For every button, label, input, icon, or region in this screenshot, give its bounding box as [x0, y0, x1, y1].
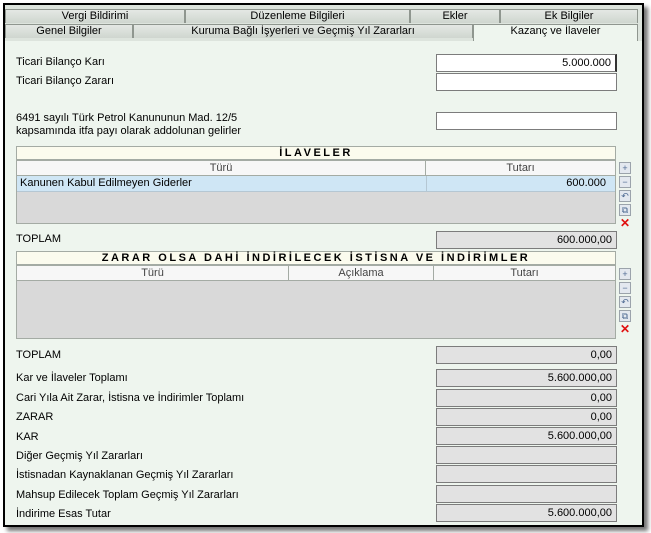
petrol-kanunu-label-2: kapsamında itfa payı olarak addolunan ge… [16, 125, 242, 137]
undo-icon[interactable]: ↶ [619, 190, 631, 202]
add-icon[interactable]: + [619, 162, 631, 174]
ticari-bilanco-zarari-label: Ticari Bilanço Zararı [16, 75, 115, 87]
zarar-value: 0,00 [436, 408, 617, 426]
zarar-toplam-label: TOPLAM [16, 349, 62, 361]
kar-ilaveler-toplami-label: Kar ve İlaveler Toplamı [16, 372, 128, 384]
tab-strip: Vergi Bildirimi Düzenleme Bilgileri Ekle… [5, 5, 642, 41]
zarar-side-buttons: + − ↶ ⧉ ✕ [619, 268, 631, 338]
col-header-tutari: Tutarı [510, 267, 539, 279]
zarar-grid[interactable]: Türü Açıklama Tutarı [16, 265, 616, 339]
istisnadan-gecmis-yil-value [436, 465, 617, 483]
diger-gecmis-yil-label: Diğer Geçmiş Yıl Zararları [16, 450, 143, 462]
tab-vergi-bildirimi[interactable]: Vergi Bildirimi [5, 9, 185, 23]
ticari-bilanco-kari-input[interactable]: 5.000.000 [436, 54, 617, 72]
table-row[interactable]: Kanunen Kabul Edilmeyen Giderler 600.000 [17, 176, 615, 192]
ticari-bilanco-zarari-input[interactable] [436, 73, 617, 91]
row-tutari: 600.000 [426, 176, 612, 191]
zarar-label: ZARAR [16, 411, 54, 423]
undo-icon[interactable]: ↶ [619, 296, 631, 308]
tab-ek-bilgiler[interactable]: Ek Bilgiler [500, 9, 638, 23]
petrol-kanunu-label-1: 6491 sayılı Türk Petrol Kanununun Mad. 1… [16, 112, 238, 124]
window-frame: Vergi Bildirimi Düzenleme Bilgileri Ekle… [3, 3, 644, 527]
remove-icon[interactable]: − [619, 282, 631, 294]
copy-icon[interactable]: ⧉ [619, 310, 631, 322]
ilaveler-title: İLAVELER [16, 146, 616, 160]
ilaveler-grid[interactable]: Türü Tutarı Kanunen Kabul Edilmeyen Gide… [16, 160, 616, 224]
row-turu: Kanunen Kabul Edilmeyen Giderler [20, 177, 192, 189]
ilaveler-toplam-value: 600.000,00 [436, 231, 617, 249]
diger-gecmis-yil-value [436, 446, 617, 464]
col-header-tutari: Tutarı [506, 162, 535, 174]
tab-ekler[interactable]: Ekler [410, 9, 500, 23]
col-header-turu: Türü [17, 161, 426, 175]
cari-yil-zarar-value: 0,00 [436, 389, 617, 407]
indirime-esas-tutar-label: İndirime Esas Tutar [16, 508, 111, 520]
add-icon[interactable]: + [619, 268, 631, 280]
zarar-title: ZARAR OLSA DAHİ İNDİRİLECEK İSTİSNA VE İ… [16, 251, 616, 265]
zarar-grid-header: Türü Açıklama Tutarı [17, 266, 615, 281]
kar-value: 5.600.000,00 [436, 427, 617, 445]
kar-ilaveler-toplami-value: 5.600.000,00 [436, 369, 617, 387]
ilaveler-grid-header: Türü Tutarı [17, 161, 615, 176]
ilaveler-side-buttons: + − ↶ ⧉ ✕ [619, 162, 631, 232]
copy-icon[interactable]: ⧉ [619, 204, 631, 216]
zarar-toplam-value: 0,00 [436, 346, 617, 364]
remove-icon[interactable]: − [619, 176, 631, 188]
cari-yil-zarar-label: Cari Yıla Ait Zarar, İstisna ve İndiriml… [16, 392, 245, 404]
tab-genel-bilgiler[interactable]: Genel Bilgiler [5, 24, 133, 38]
ilaveler-toplam-label: TOPLAM [16, 233, 62, 245]
kar-label: KAR [16, 431, 39, 443]
col-header-turu: Türü [17, 266, 289, 280]
ticari-bilanco-kari-label: Ticari Bilanço Karı [16, 56, 105, 68]
delete-icon[interactable]: ✕ [619, 323, 631, 336]
tab-kazanc-ve-ilaveler[interactable]: Kazanç ve İlaveler [473, 24, 638, 41]
delete-icon[interactable]: ✕ [619, 217, 631, 230]
tab-kuruma-bagli-isyerleri[interactable]: Kuruma Bağlı İşyerleri ve Geçmiş Yıl Zar… [133, 24, 473, 38]
indirime-esas-tutar-value: 5.600.000,00 [436, 504, 617, 522]
petrol-kanunu-input[interactable] [436, 112, 617, 130]
col-header-aciklama: Açıklama [289, 266, 434, 280]
mahsup-edilecek-label: Mahsup Edilecek Toplam Geçmiş Yıl Zararl… [16, 489, 239, 501]
kazanc-ilaveler-panel: Ticari Bilanço Karı 5.000.000 Ticari Bil… [5, 41, 642, 525]
tab-duzenleme-bilgileri[interactable]: Düzenleme Bilgileri [185, 9, 410, 23]
mahsup-edilecek-value [436, 485, 617, 503]
istisnadan-gecmis-yil-label: İstisnadan Kaynaklanan Geçmiş Yıl Zararl… [16, 469, 234, 481]
